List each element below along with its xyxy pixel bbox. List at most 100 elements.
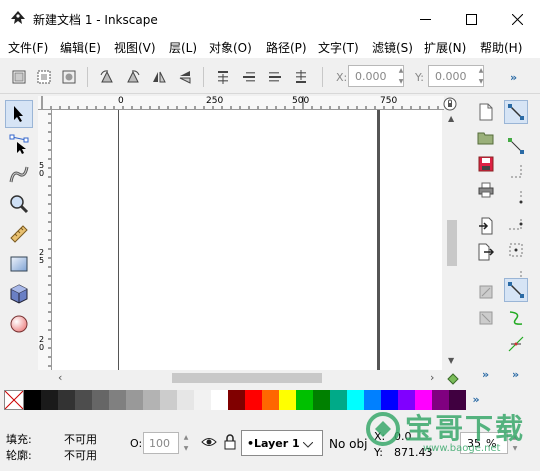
- color-swatch[interactable]: [415, 390, 432, 410]
- layer-visibility-toggle[interactable]: [201, 435, 217, 452]
- maximize-button[interactable]: [448, 0, 494, 38]
- zoom-spinner[interactable]: ▲ ▼: [510, 432, 520, 454]
- color-swatch[interactable]: [194, 390, 211, 410]
- scroll-up-icon[interactable]: ▲: [448, 114, 454, 123]
- chevron-down-icon[interactable]: [302, 438, 314, 451]
- color-swatch[interactable]: [381, 390, 398, 410]
- scroll-down-icon[interactable]: ▼: [448, 356, 454, 365]
- redo-button[interactable]: [474, 306, 498, 330]
- color-swatch[interactable]: [75, 390, 92, 410]
- color-swatch[interactable]: [41, 390, 58, 410]
- color-swatch[interactable]: [262, 390, 279, 410]
- palette-overflow-button[interactable]: »: [466, 390, 486, 410]
- menu-item[interactable]: 对象(O): [205, 39, 256, 56]
- zoom-input[interactable]: 35: [460, 432, 508, 454]
- rotate-ccw-button[interactable]: [96, 66, 118, 88]
- color-swatch[interactable]: [228, 390, 245, 410]
- box3d-tool[interactable]: [5, 280, 33, 308]
- color-swatch[interactable]: [24, 390, 41, 410]
- x-spinner[interactable]: ▲ ▼: [396, 65, 406, 87]
- save-document-button[interactable]: [474, 152, 498, 176]
- snap-bbox-corners-button[interactable]: [504, 186, 528, 210]
- menu-item[interactable]: 路径(P): [262, 39, 311, 56]
- export-button[interactable]: [474, 240, 498, 264]
- import-button[interactable]: [474, 214, 498, 238]
- deselect-button[interactable]: [58, 66, 80, 88]
- snap-bbox-midpoints-button[interactable]: [504, 212, 528, 236]
- color-swatch[interactable]: [245, 390, 262, 410]
- zoom-tool[interactable]: [5, 190, 33, 218]
- rectangle-tool[interactable]: [5, 250, 33, 278]
- snap-paths-button[interactable]: [504, 306, 528, 330]
- commands-overflow-button[interactable]: »: [482, 368, 489, 381]
- close-button[interactable]: [494, 0, 540, 38]
- spin-up-icon[interactable]: ▲: [513, 434, 518, 441]
- lower-to-bottom-button[interactable]: [290, 66, 312, 88]
- horizontal-scroll-thumb[interactable]: [172, 373, 322, 383]
- color-swatch[interactable]: [432, 390, 449, 410]
- snap-bbox-button[interactable]: [504, 134, 528, 158]
- color-swatch[interactable]: [143, 390, 160, 410]
- lock-guides-button[interactable]: [442, 96, 458, 112]
- opacity-input[interactable]: 100: [143, 432, 179, 454]
- menu-item[interactable]: 文字(T): [314, 39, 363, 56]
- opacity-spinner[interactable]: ▲ ▼: [181, 432, 191, 454]
- color-swatch[interactable]: [296, 390, 313, 410]
- color-swatch[interactable]: [364, 390, 381, 410]
- flip-vertical-button[interactable]: [174, 66, 196, 88]
- measure-tool[interactable]: [5, 220, 33, 248]
- color-swatch[interactable]: [279, 390, 296, 410]
- spin-down-icon[interactable]: ▼: [399, 78, 404, 85]
- minimize-button[interactable]: [402, 0, 448, 38]
- color-swatch[interactable]: [330, 390, 347, 410]
- color-swatch[interactable]: [92, 390, 109, 410]
- raise-to-top-button[interactable]: [212, 66, 234, 88]
- spin-down-icon[interactable]: ▼: [479, 78, 484, 85]
- paint-bucket-icon[interactable]: [446, 371, 460, 385]
- spin-up-icon[interactable]: ▲: [399, 67, 404, 74]
- snap-intersections-button[interactable]: [504, 332, 528, 356]
- horizontal-scrollbar[interactable]: ‹ ›: [52, 370, 459, 386]
- snap-bbox-center-button[interactable]: [504, 238, 528, 262]
- spin-down-icon[interactable]: ▼: [513, 445, 518, 452]
- menu-item[interactable]: 视图(V): [110, 39, 160, 56]
- select-all-layers-button[interactable]: [33, 66, 55, 88]
- color-swatch[interactable]: [211, 390, 228, 410]
- vertical-scrollbar[interactable]: ▲ ▼: [444, 112, 460, 368]
- ellipse-tool[interactable]: [5, 310, 33, 338]
- menu-item[interactable]: 滤镜(S): [368, 39, 417, 56]
- spin-up-icon[interactable]: ▲: [479, 67, 484, 74]
- rotate-cw-button[interactable]: [122, 66, 144, 88]
- menu-item[interactable]: 帮助(H): [476, 39, 526, 56]
- spin-up-icon[interactable]: ▲: [184, 434, 189, 441]
- color-swatch[interactable]: [109, 390, 126, 410]
- raise-button[interactable]: [238, 66, 260, 88]
- node-tool[interactable]: [5, 130, 33, 158]
- color-swatch[interactable]: [126, 390, 143, 410]
- flip-horizontal-button[interactable]: [148, 66, 170, 88]
- spin-down-icon[interactable]: ▼: [184, 445, 189, 452]
- color-swatch[interactable]: [177, 390, 194, 410]
- print-button[interactable]: [474, 178, 498, 202]
- menu-item[interactable]: 层(L): [165, 39, 201, 56]
- menu-item[interactable]: 扩展(N): [420, 39, 470, 56]
- vertical-scroll-thumb[interactable]: [447, 220, 457, 266]
- open-document-button[interactable]: [474, 126, 498, 150]
- no-color-swatch[interactable]: [4, 390, 24, 410]
- snap-bbox-edges-button[interactable]: [504, 160, 528, 184]
- menu-item[interactable]: 文件(F): [4, 39, 52, 56]
- undo-button[interactable]: [474, 280, 498, 304]
- fill-indicator[interactable]: 不可用: [64, 431, 97, 447]
- layer-lock-toggle[interactable]: [223, 434, 237, 453]
- color-swatch[interactable]: [398, 390, 415, 410]
- drawing-canvas[interactable]: [52, 110, 442, 370]
- selector-tool[interactable]: [5, 100, 33, 128]
- lower-button[interactable]: [264, 66, 286, 88]
- color-swatch[interactable]: [449, 390, 466, 410]
- color-swatch[interactable]: [58, 390, 75, 410]
- new-document-button[interactable]: [474, 100, 498, 124]
- menu-item[interactable]: 编辑(E): [56, 39, 105, 56]
- tweak-tool[interactable]: [5, 160, 33, 188]
- y-spinner[interactable]: ▲ ▼: [476, 65, 486, 87]
- color-swatch[interactable]: [313, 390, 330, 410]
